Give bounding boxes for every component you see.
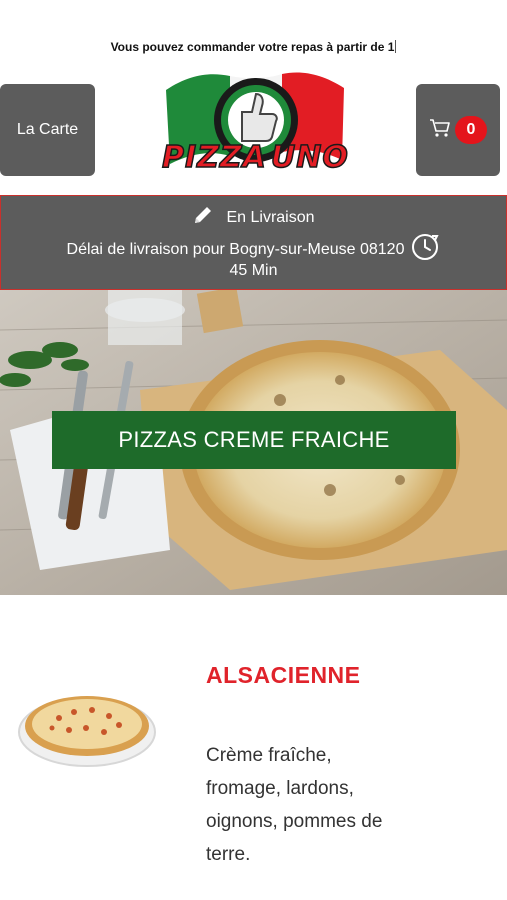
product-description: Crème fraîche, fromage, lardons, oignons…: [206, 745, 383, 865]
ticker-caret: [395, 40, 397, 53]
menu-button-label: La Carte: [16, 121, 79, 138]
cart-count-badge: 0: [455, 116, 487, 144]
logo-text-left: PIZZA: [161, 139, 267, 176]
promo-ticker: Vous pouvez commander votre repas à part…: [0, 40, 507, 62]
delivery-info-panel[interactable]: En Livraison Délai de livraison pour Bog…: [0, 195, 507, 290]
delivery-mode: En Livraison: [226, 208, 315, 226]
logo-text-right: UNO: [270, 139, 349, 176]
category-title[interactable]: PIZZAS CREME FRAICHE: [52, 411, 456, 469]
ticker-text: Vous pouvez commander votre repas à part…: [110, 40, 395, 54]
product-name[interactable]: ALSACIENNE: [206, 662, 361, 689]
product-image[interactable]: [14, 670, 160, 780]
delivery-duration: 45 Min: [229, 262, 278, 279]
menu-button[interactable]: La Carte: [0, 84, 95, 176]
cart-button[interactable]: 0: [416, 84, 500, 176]
pencil-icon[interactable]: [192, 204, 214, 231]
delivery-delay-text: Délai de livraison pour Bogny-sur-Meuse …: [66, 240, 405, 258]
category-hero[interactable]: PIZZAS CREME FRAICHE: [0, 290, 507, 595]
pizza-uno-logo[interactable]: PIZZA UNO: [160, 68, 350, 192]
cart-icon: [429, 118, 451, 143]
